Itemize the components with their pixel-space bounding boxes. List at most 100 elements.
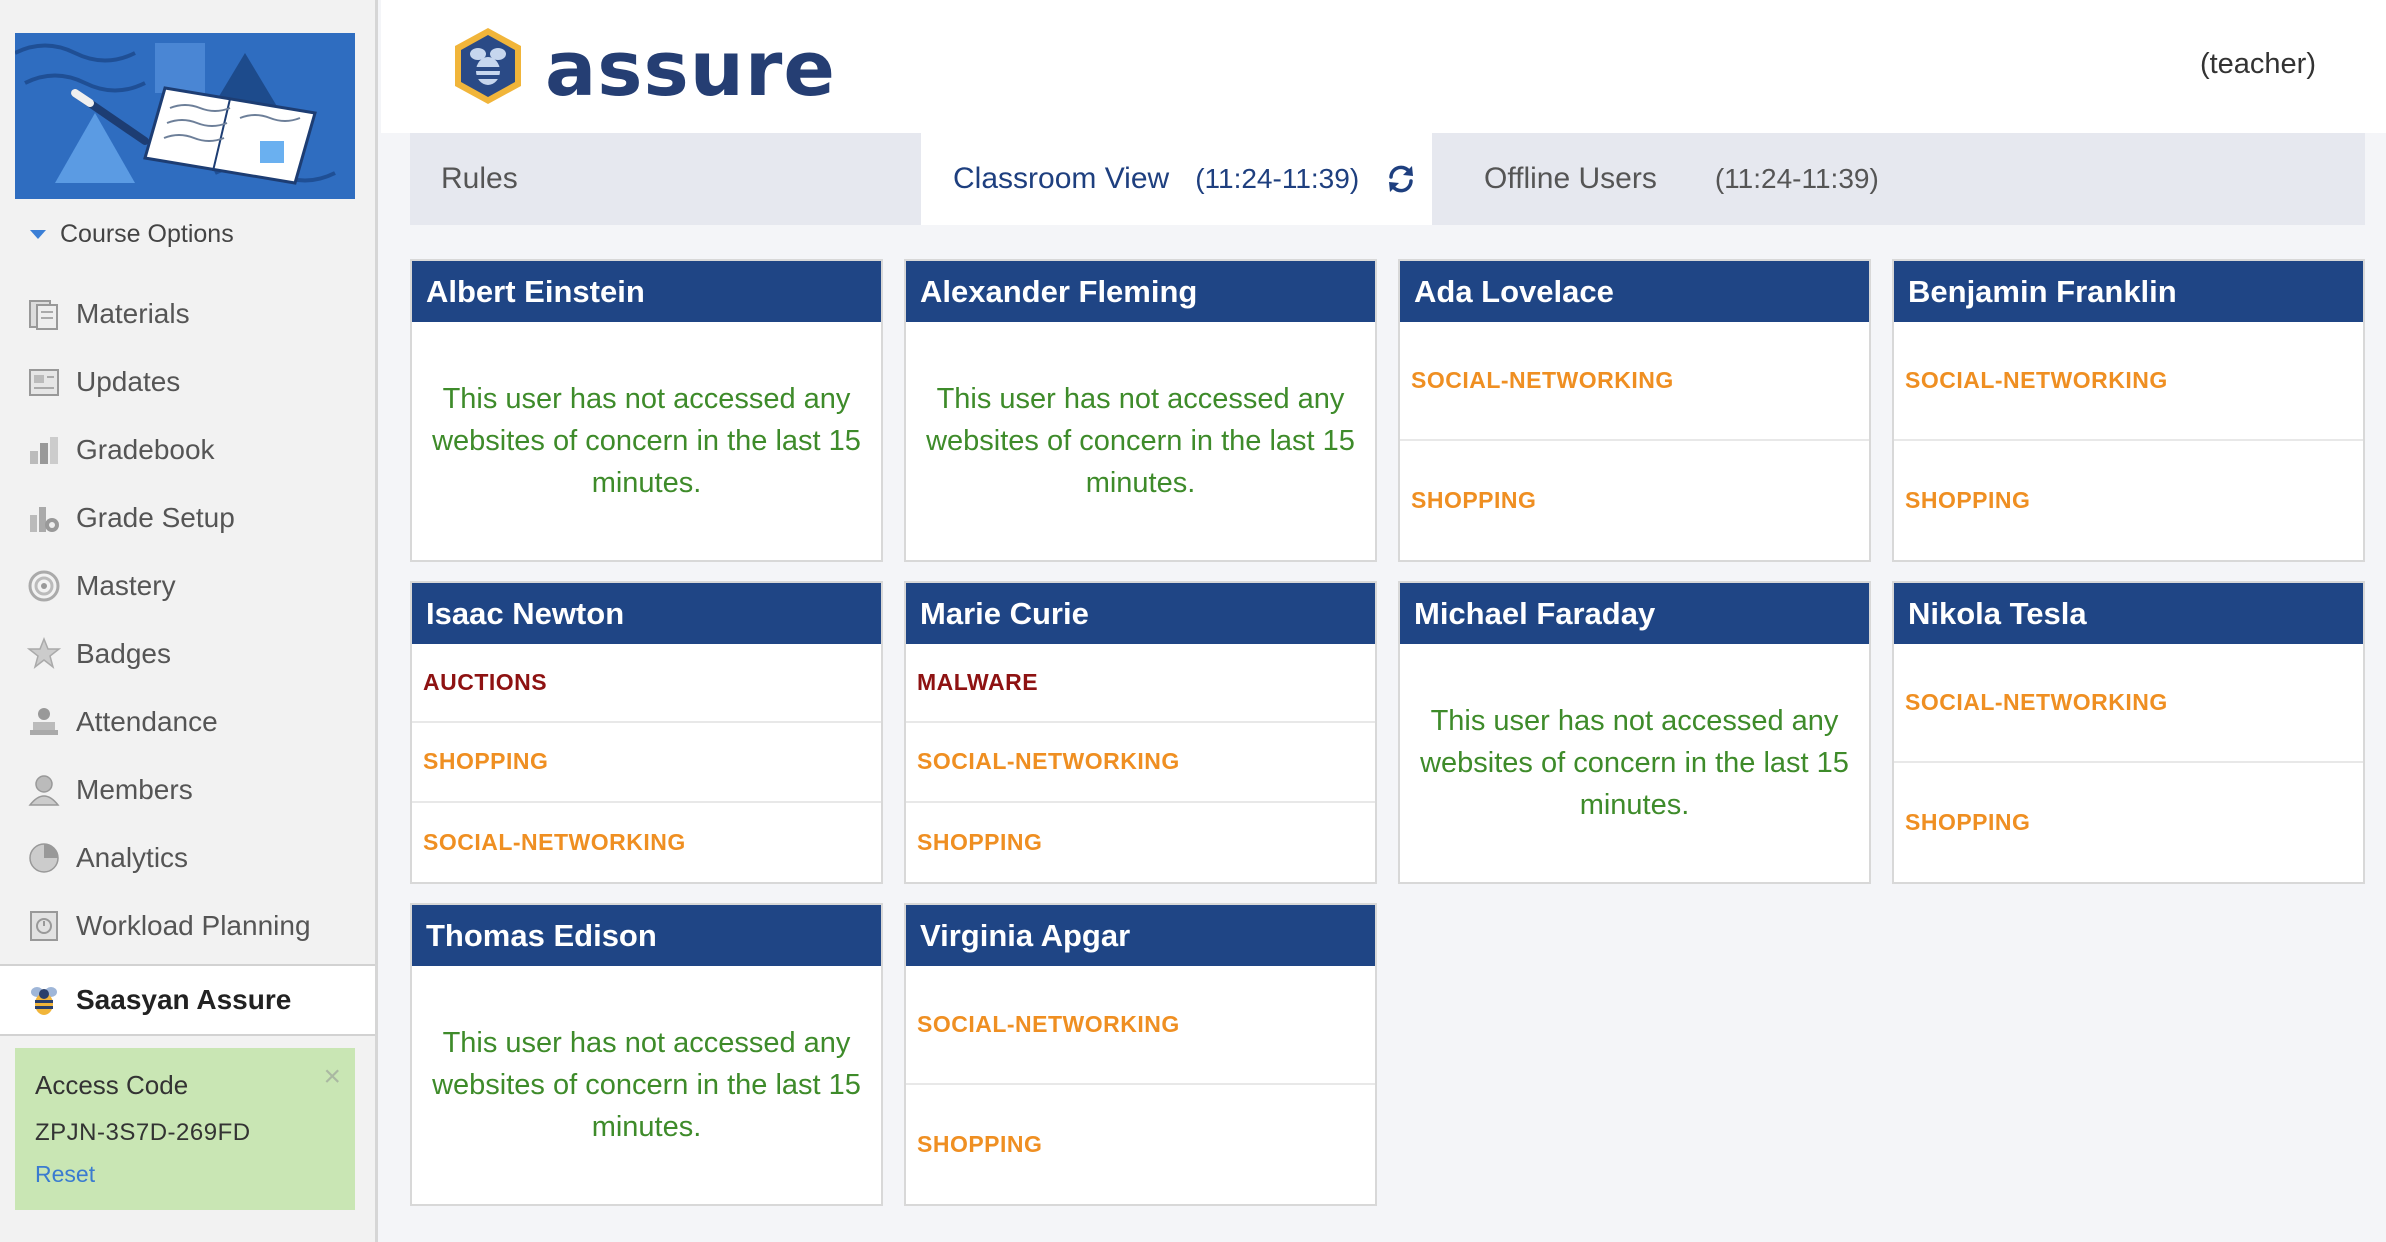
category-row[interactable]: SOCIAL-NETWORKING (1894, 644, 2363, 763)
tab-classroom-view[interactable]: Classroom View (11:24-11:39) (921, 133, 1432, 225)
course-options-toggle[interactable]: Course Options (30, 218, 234, 250)
app-header: assure (teacher) (381, 0, 2386, 133)
student-name: Nikola Tesla (1894, 583, 2363, 644)
student-card-body: AUCTIONS SHOPPING SOCIAL-NETWORKING (412, 644, 881, 882)
student-card-body: SOCIAL-NETWORKING SHOPPING (906, 966, 1375, 1204)
sidebar-item-label: Members (76, 774, 193, 805)
tab-offline-time-range: (11:24-11:39) (1714, 163, 1879, 194)
category-row[interactable]: MALWARE (906, 644, 1375, 724)
category-row[interactable]: SHOPPING (1894, 763, 2363, 882)
close-icon[interactable]: × (323, 1062, 341, 1092)
category-row[interactable]: SOCIAL-NETWORKING (412, 803, 881, 882)
student-name: Alexander Fleming (906, 261, 1375, 322)
sidebar: Course Options Materials Updates Gradebo… (0, 0, 378, 1242)
student-name: Benjamin Franklin (1894, 261, 2363, 322)
category-row[interactable]: SHOPPING (906, 1085, 1375, 1204)
tab-offline-label: Offline Users (1484, 162, 1657, 195)
access-code-reset-link[interactable]: Reset (35, 1161, 335, 1188)
category-row[interactable]: SOCIAL-NETWORKING (906, 966, 1375, 1085)
sidebar-nav: Materials Updates Gradebook Grade Setup … (0, 280, 375, 1036)
student-card: Ada Lovelace SOCIAL-NETWORKING SHOPPING (1398, 259, 1871, 562)
student-card-body: This user has not accessed any websites … (906, 322, 1375, 560)
student-card-body: This user has not accessed any websites … (1400, 644, 1869, 882)
updates-icon (26, 364, 62, 400)
workload-planning-icon (26, 908, 62, 944)
student-card: Virginia Apgar SOCIAL-NETWORKING SHOPPING (904, 903, 1377, 1206)
student-card: Nikola Tesla SOCIAL-NETWORKING SHOPPING (1892, 581, 2365, 884)
sidebar-item-attendance[interactable]: Attendance (0, 688, 375, 756)
sidebar-item-analytics[interactable]: Analytics (0, 824, 375, 892)
view-tabs: Rules Classroom View (11:24-11:39) Offli… (410, 133, 2365, 225)
student-card: Benjamin Franklin SOCIAL-NETWORKING SHOPPI… (1892, 259, 2365, 562)
user-role: (teacher) (2199, 48, 2316, 80)
sidebar-item-label: Grade Setup (76, 502, 235, 533)
sidebar-item-label: Mastery (76, 570, 176, 601)
sidebar-item-grade-setup[interactable]: Grade Setup (0, 484, 375, 552)
sidebar-item-label: Saasyan Assure (76, 984, 292, 1015)
access-code-title: Access Code (35, 1070, 189, 1100)
refresh-icon[interactable] (1385, 163, 1417, 195)
student-card: Marie Curie MALWARE SOCIAL-NETWORKING SHOPP… (904, 581, 1377, 884)
logo-text: assure (545, 24, 836, 113)
sidebar-item-label: Analytics (76, 842, 189, 873)
student-card-body: MALWARE SOCIAL-NETWORKING SHOPPING (906, 644, 1375, 882)
caret-down-icon (30, 229, 46, 239)
student-card: Thomas Edison This user has not accessed … (410, 903, 883, 1206)
student-card: Michael Faraday This user has not accesse… (1398, 581, 1871, 884)
attendance-icon (26, 704, 62, 740)
sidebar-item-badges[interactable]: Badges (0, 620, 375, 688)
sidebar-item-label: Badges (76, 638, 171, 669)
materials-icon (26, 296, 62, 332)
no-access-message: This user has not accessed any websites … (1420, 705, 1849, 821)
category-row[interactable]: SHOPPING (1894, 441, 2363, 560)
student-card: Isaac Newton AUCTIONS SHOPPING SOCIAL-NETWO… (410, 581, 883, 884)
sidebar-item-label: Gradebook (76, 434, 215, 465)
sidebar-item-label: Materials (76, 298, 190, 329)
student-name: Isaac Newton (412, 583, 881, 644)
badges-icon (26, 636, 62, 672)
members-icon (26, 772, 62, 808)
tab-offline-users[interactable]: Offline Users (11:24-11:39) (1432, 133, 1879, 225)
category-row[interactable]: SHOPPING (412, 723, 881, 803)
student-name: Michael Faraday (1400, 583, 1869, 644)
sidebar-item-label: Attendance (76, 706, 218, 737)
tab-rules[interactable]: Rules (410, 133, 921, 225)
sidebar-item-mastery[interactable]: Mastery (0, 552, 375, 620)
sidebar-item-members[interactable]: Members (0, 756, 375, 824)
sidebar-item-saasyan-assure[interactable]: Saasyan Assure (0, 964, 375, 1036)
category-row[interactable]: SHOPPING (906, 803, 1375, 882)
no-access-message: This user has not accessed any websites … (432, 1027, 861, 1143)
category-row[interactable]: AUCTIONS (412, 644, 881, 724)
bee-icon (26, 982, 62, 1018)
student-name: Thomas Edison (412, 905, 881, 966)
student-card: Albert Einstein This user has not accesse… (410, 259, 883, 562)
sidebar-item-materials[interactable]: Materials (0, 280, 375, 348)
category-row[interactable]: SOCIAL-NETWORKING (906, 723, 1375, 803)
assure-logo[interactable]: assure (451, 24, 836, 113)
tab-classroom-label: Classroom View (953, 162, 1170, 195)
grade-setup-icon (26, 500, 62, 536)
student-card-body: SOCIAL-NETWORKING SHOPPING (1894, 644, 2363, 882)
no-access-message: This user has not accessed any websites … (926, 383, 1355, 499)
category-row[interactable]: SHOPPING (1400, 441, 1869, 560)
bee-shield-icon (451, 26, 525, 111)
student-card-body: SOCIAL-NETWORKING SHOPPING (1894, 322, 2363, 560)
category-row[interactable]: SOCIAL-NETWORKING (1894, 322, 2363, 441)
category-row[interactable]: SOCIAL-NETWORKING (1400, 322, 1869, 441)
course-options-label: Course Options (60, 219, 234, 248)
access-code-panel: × Access Code ZPJN-3S7D-269FD Reset (15, 1048, 355, 1210)
sidebar-item-gradebook[interactable]: Gradebook (0, 416, 375, 484)
student-card: Alexander Fleming This user has not acces… (904, 259, 1377, 562)
tab-classroom-time-range: (11:24-11:39) (1195, 163, 1360, 194)
student-name: Virginia Apgar (906, 905, 1375, 966)
course-banner-image (15, 33, 355, 199)
student-name: Ada Lovelace (1400, 261, 1869, 322)
no-access-message: This user has not accessed any websites … (432, 383, 861, 499)
mastery-icon (26, 568, 62, 604)
sidebar-item-workload-planning[interactable]: Workload Planning (0, 892, 375, 960)
student-card-body: This user has not accessed any websites … (412, 966, 881, 1204)
sidebar-item-updates[interactable]: Updates (0, 348, 375, 416)
sidebar-item-label: Updates (76, 366, 181, 397)
sidebar-item-label: Workload Planning (76, 910, 311, 941)
access-code-value: ZPJN-3S7D-269FD (35, 1119, 251, 1146)
